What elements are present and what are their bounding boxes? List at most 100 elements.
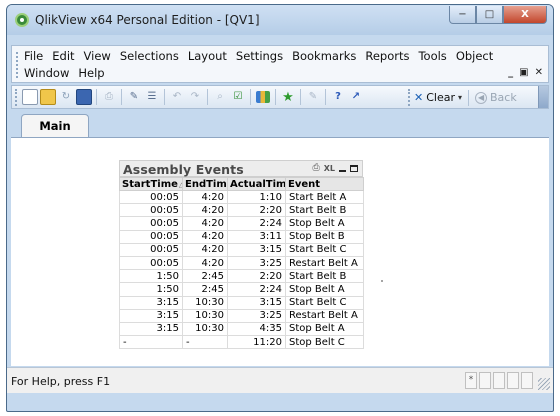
- help-icon[interactable]: ?: [330, 89, 346, 105]
- resize-grip[interactable]: [538, 378, 550, 390]
- table-row[interactable]: 00:05 4:20 3:25 Restart Belt A: [119, 255, 364, 271]
- table-row[interactable]: 00:05 4:20 2:24 Stop Belt A: [119, 216, 364, 231]
- print-icon[interactable]: ⎙: [313, 163, 320, 173]
- send-to-excel-icon[interactable]: XL: [324, 164, 335, 173]
- menu-item-object[interactable]: Object: [456, 49, 493, 63]
- menu-item-tools[interactable]: Tools: [418, 49, 446, 63]
- cell-endtime[interactable]: -: [182, 335, 228, 350]
- menu-item-window[interactable]: Window: [24, 66, 69, 80]
- menu-item-file[interactable]: File: [24, 49, 43, 63]
- menu-item-layout[interactable]: Layout: [188, 49, 227, 63]
- cell-event[interactable]: Stop Belt A: [285, 321, 364, 337]
- edit-script-icon[interactable]: ✎: [126, 89, 142, 105]
- document-minimize-icon[interactable]: _: [508, 67, 513, 78]
- cell-endtime[interactable]: 4:20: [182, 216, 228, 231]
- maximize-icon[interactable]: [350, 164, 358, 172]
- cell-event[interactable]: Restart Belt A: [285, 308, 364, 323]
- menu-item-settings[interactable]: Settings: [236, 49, 283, 63]
- undo-icon[interactable]: ↶: [169, 89, 185, 105]
- new-document-icon[interactable]: [22, 89, 38, 105]
- cell-event[interactable]: Start Belt A: [285, 189, 364, 205]
- cell-starttime[interactable]: 1:50: [119, 282, 183, 297]
- minimize-icon[interactable]: [339, 170, 346, 172]
- cell-actualtime[interactable]: 3:11: [227, 229, 286, 244]
- column-header-event[interactable]: Event: [285, 177, 364, 191]
- toolbar-overflow-chevron[interactable]: [538, 86, 548, 108]
- minimize-button[interactable]: −: [449, 6, 476, 24]
- table-row[interactable]: 1:50 2:45 2:24 Stop Belt A: [119, 282, 364, 297]
- cell-starttime[interactable]: 00:05: [119, 189, 183, 205]
- cell-event[interactable]: Stop Belt C: [285, 335, 364, 350]
- cell-starttime[interactable]: 3:15: [119, 321, 183, 337]
- cell-event[interactable]: Start Belt B: [285, 269, 364, 284]
- cell-starttime[interactable]: 00:05: [119, 216, 183, 231]
- table-row[interactable]: 3:15 10:30 4:35 Stop Belt A: [119, 321, 364, 337]
- report-edit-icon[interactable]: ✎: [305, 89, 321, 105]
- cell-actualtime[interactable]: 4:35: [227, 321, 286, 337]
- cell-endtime[interactable]: 4:20: [182, 229, 228, 244]
- redo-icon[interactable]: ↷: [187, 89, 203, 105]
- menu-item-reports[interactable]: Reports: [365, 49, 409, 63]
- select-fields-icon[interactable]: ☑: [230, 89, 246, 105]
- table-row[interactable]: 3:15 10:30 3:15 Start Belt C: [119, 295, 364, 310]
- search-icon[interactable]: ⌕: [212, 89, 228, 105]
- cell-actualtime[interactable]: 11:20: [227, 335, 286, 350]
- table-row[interactable]: 00:05 4:20 1:10 Start Belt A: [119, 189, 364, 205]
- cell-actualtime[interactable]: 2:24: [227, 216, 286, 231]
- cell-endtime[interactable]: 2:45: [182, 269, 228, 284]
- clear-button[interactable]: ✕ Clear ▾: [414, 91, 462, 104]
- cell-starttime[interactable]: 3:15: [119, 295, 183, 310]
- assembly-events-table-box[interactable]: Assembly Events ⎙ XL StartTime△ EndTime …: [119, 160, 364, 350]
- table-row[interactable]: 00:05 4:20 2:20 Start Belt B: [119, 203, 364, 218]
- bookmark-star-icon[interactable]: ★: [280, 89, 296, 105]
- cell-endtime[interactable]: 4:20: [182, 255, 228, 271]
- sheet-canvas[interactable]: Assembly Events ⎙ XL StartTime△ EndTime …: [11, 137, 549, 366]
- cell-event[interactable]: Start Belt C: [285, 295, 364, 310]
- column-header-endtime[interactable]: EndTime: [182, 177, 228, 191]
- qlikview-app-icon[interactable]: [15, 13, 29, 27]
- back-button[interactable]: ◀ Back: [475, 91, 517, 104]
- document-restore-icon[interactable]: ▣: [519, 67, 528, 78]
- cell-event[interactable]: Stop Belt B: [285, 229, 364, 244]
- print-icon[interactable]: ⎙: [101, 89, 117, 105]
- cell-starttime[interactable]: 3:15: [119, 308, 183, 323]
- cell-actualtime[interactable]: 2:20: [227, 203, 286, 218]
- column-header-actualtime[interactable]: ActualTime: [227, 177, 286, 191]
- close-button[interactable]: X: [503, 6, 547, 24]
- title-bar[interactable]: QlikView x64 Personal Edition - [QV1] − …: [7, 5, 553, 35]
- save-icon[interactable]: [76, 89, 92, 105]
- table-box-caption[interactable]: Assembly Events ⎙ XL: [119, 160, 363, 177]
- cell-endtime[interactable]: 4:20: [182, 203, 228, 218]
- cell-starttime[interactable]: 00:05: [119, 203, 183, 218]
- context-help-icon[interactable]: ↗: [348, 89, 364, 105]
- cell-actualtime[interactable]: 2:24: [227, 282, 286, 297]
- toolbar-grip-handle[interactable]: [15, 89, 17, 106]
- clear-dropdown-arrow-icon[interactable]: ▾: [458, 93, 462, 102]
- new-chart-icon[interactable]: [256, 91, 270, 103]
- cell-endtime[interactable]: 10:30: [182, 308, 228, 323]
- cell-endtime[interactable]: 10:30: [182, 295, 228, 310]
- table-row[interactable]: 1:50 2:45 2:20 Start Belt B: [119, 269, 364, 284]
- tab-main[interactable]: Main: [21, 114, 89, 137]
- maximize-button[interactable]: □: [476, 6, 503, 24]
- table-row[interactable]: 3:15 10:30 3:25 Restart Belt A: [119, 308, 364, 323]
- cell-event[interactable]: Start Belt B: [285, 203, 364, 218]
- cell-endtime[interactable]: 4:20: [182, 242, 228, 257]
- reload-icon[interactable]: ↻: [58, 89, 74, 105]
- cell-actualtime[interactable]: 3:15: [227, 242, 286, 257]
- document-properties-icon[interactable]: ☰: [144, 89, 160, 105]
- cell-event[interactable]: Stop Belt A: [285, 216, 364, 231]
- cell-actualtime[interactable]: 3:25: [227, 308, 286, 323]
- cell-actualtime[interactable]: 3:25: [227, 255, 286, 271]
- cell-actualtime[interactable]: 1:10: [227, 189, 286, 205]
- cell-endtime[interactable]: 10:30: [182, 321, 228, 337]
- menu-item-view[interactable]: View: [84, 49, 111, 63]
- column-header-starttime[interactable]: StartTime△: [119, 177, 183, 191]
- menu-item-bookmarks[interactable]: Bookmarks: [292, 49, 356, 63]
- cell-endtime[interactable]: 4:20: [182, 189, 228, 205]
- menu-item-selections[interactable]: Selections: [120, 49, 179, 63]
- menu-item-edit[interactable]: Edit: [52, 49, 74, 63]
- document-close-icon[interactable]: ✕: [535, 67, 543, 78]
- menu-grip-handle[interactable]: [16, 52, 18, 78]
- open-folder-icon[interactable]: [40, 89, 56, 105]
